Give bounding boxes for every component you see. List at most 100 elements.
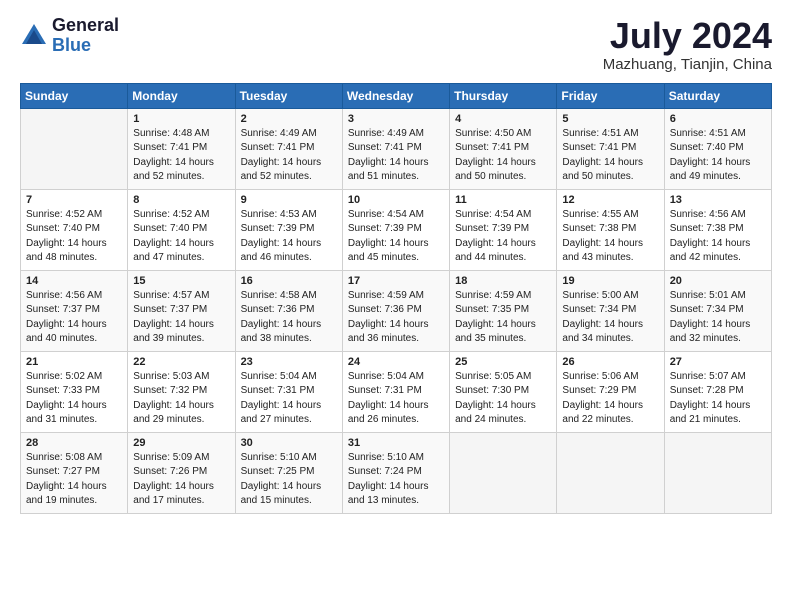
calendar-cell: 27Sunrise: 5:07 AMSunset: 7:28 PMDayligh…	[664, 351, 771, 432]
sunset-text: Sunset: 7:39 PM	[241, 223, 315, 234]
sunset-text: Sunset: 7:36 PM	[241, 304, 315, 315]
page-container: General Blue July 2024 Mazhuang, Tianjin…	[0, 0, 792, 524]
day-number: 13	[670, 194, 767, 206]
sunset-text: Sunset: 7:33 PM	[26, 385, 100, 396]
sunrise-text: Sunrise: 4:58 AM	[241, 290, 317, 301]
day-info: Sunrise: 4:54 AMSunset: 7:39 PMDaylight:…	[455, 208, 552, 266]
sunset-text: Sunset: 7:29 PM	[562, 385, 636, 396]
daylight-text: Daylight: 14 hoursand 46 minutes.	[241, 238, 322, 264]
day-number: 6	[670, 113, 767, 125]
calendar-cell: 20 Sunrise: 5:01 AMSunset: 7:34 PMDayligh…	[664, 270, 771, 351]
sunset-text: Sunset: 7:37 PM	[133, 304, 207, 315]
calendar-cell: 16Sunrise: 4:58 AMSunset: 7:36 PMDayligh…	[235, 270, 342, 351]
day-number: 5	[562, 113, 659, 125]
day-number: 26	[562, 356, 659, 368]
logo-icon	[20, 22, 48, 50]
sunrise-text: Sunrise: 4:53 AM	[241, 209, 317, 220]
header-thursday: Thursday	[450, 83, 557, 108]
calendar-cell: 2Sunrise: 4:49 AMSunset: 7:41 PMDaylight…	[235, 108, 342, 189]
day-number: 29	[133, 437, 230, 449]
day-number: 23	[241, 356, 338, 368]
day-info: Sunrise: 5:03 AMSunset: 7:32 PMDaylight:…	[133, 370, 230, 428]
daylight-text: Daylight: 14 hoursand 39 minutes.	[133, 319, 214, 345]
sunrise-text: Sunrise: 4:51 AM	[562, 128, 638, 139]
calendar-cell: 10Sunrise: 4:54 AMSunset: 7:39 PMDayligh…	[342, 189, 449, 270]
calendar-cell: 1Sunrise: 4:48 AMSunset: 7:41 PMDaylight…	[128, 108, 235, 189]
day-info: Sunrise: 5:00 AMSunset: 7:34 PMDaylight:…	[562, 289, 659, 347]
day-number: 21	[26, 356, 123, 368]
calendar-cell	[664, 432, 771, 513]
sunrise-text: Sunrise: 5:02 AM	[26, 371, 102, 382]
calendar-cell: 29Sunrise: 5:09 AMSunset: 7:26 PMDayligh…	[128, 432, 235, 513]
daylight-text: Daylight: 14 hoursand 29 minutes.	[133, 400, 214, 426]
header-wednesday: Wednesday	[342, 83, 449, 108]
calendar-table: Sunday Monday Tuesday Wednesday Thursday…	[20, 83, 772, 514]
logo-general: General	[52, 16, 119, 36]
day-number: 11	[455, 194, 552, 206]
sunrise-text: Sunrise: 5:04 AM	[348, 371, 424, 382]
calendar-cell: 19Sunrise: 5:00 AMSunset: 7:34 PMDayligh…	[557, 270, 664, 351]
sunset-text: Sunset: 7:41 PM	[241, 142, 315, 153]
sunrise-text: Sunrise: 4:49 AM	[241, 128, 317, 139]
sunset-text: Sunset: 7:41 PM	[562, 142, 636, 153]
day-number: 14	[26, 275, 123, 287]
sunset-text: Sunset: 7:40 PM	[26, 223, 100, 234]
sunrise-text: Sunrise: 5:07 AM	[670, 371, 746, 382]
daylight-text: Daylight: 14 hoursand 22 minutes.	[562, 400, 643, 426]
day-number: 28	[26, 437, 123, 449]
page-header: General Blue July 2024 Mazhuang, Tianjin…	[20, 16, 772, 73]
header-friday: Friday	[557, 83, 664, 108]
calendar-week-3: 21 Sunrise: 5:02 AM Sunset: 7:33 PM Dayligh…	[21, 351, 772, 432]
daylight-text: Daylight: 14 hoursand 43 minutes.	[562, 238, 643, 264]
day-number: 27	[670, 356, 767, 368]
sunrise-text: Sunrise: 5:06 AM	[562, 371, 638, 382]
sunset-text: Sunset: 7:24 PM	[348, 466, 422, 477]
calendar-cell	[557, 432, 664, 513]
day-number: 20	[670, 275, 767, 287]
calendar-week-0: 1Sunrise: 4:48 AMSunset: 7:41 PMDaylight…	[21, 108, 772, 189]
day-info: Sunrise: 5:04 AMSunset: 7:31 PMDaylight:…	[348, 370, 445, 428]
sunset-text: Sunset: 7:30 PM	[455, 385, 529, 396]
day-info: Sunrise: 4:59 AMSunset: 7:36 PMDaylight:…	[348, 289, 445, 347]
day-info: Sunrise: 5:01 AMSunset: 7:34 PMDaylight:…	[670, 289, 767, 347]
sunset-text: Sunset: 7:36 PM	[348, 304, 422, 315]
calendar-cell: 18Sunrise: 4:59 AMSunset: 7:35 PMDayligh…	[450, 270, 557, 351]
calendar-header-row: Sunday Monday Tuesday Wednesday Thursday…	[21, 83, 772, 108]
logo-blue: Blue	[52, 36, 119, 56]
sunset-text: Sunset: 7:40 PM	[133, 223, 207, 234]
calendar-cell: 6 Sunrise: 4:51 AMSunset: 7:40 PMDaylight…	[664, 108, 771, 189]
day-info: Sunrise: 4:55 AMSunset: 7:38 PMDaylight:…	[562, 208, 659, 266]
day-info: Sunrise: 4:49 AMSunset: 7:41 PMDaylight:…	[348, 127, 445, 185]
day-info: Sunrise: 5:05 AMSunset: 7:30 PMDaylight:…	[455, 370, 552, 428]
daylight-text: Daylight: 14 hoursand 50 minutes.	[562, 157, 643, 183]
calendar-cell: 12Sunrise: 4:55 AMSunset: 7:38 PMDayligh…	[557, 189, 664, 270]
day-info: Sunrise: 4:53 AM Sunset: 7:39 PM Daylight:…	[241, 208, 338, 266]
sunset-text: Sunset: 7:38 PM	[562, 223, 636, 234]
sunrise-text: Sunrise: 4:51 AM	[670, 128, 746, 139]
day-info: Sunrise: 4:51 AM Sunset: 7:41 PM Daylight:…	[562, 127, 659, 185]
daylight-text: Daylight: 14 hoursand 44 minutes.	[455, 238, 536, 264]
calendar-cell: 15Sunrise: 4:57 AMSunset: 7:37 PMDayligh…	[128, 270, 235, 351]
sunset-text: Sunset: 7:34 PM	[670, 304, 744, 315]
daylight-text: Daylight: 14 hoursand 19 minutes.	[26, 481, 107, 507]
daylight-text: Daylight: 14 hoursand 38 minutes.	[241, 319, 322, 345]
daylight-text: Daylight: 14 hoursand 42 minutes.	[670, 238, 751, 264]
day-number: 31	[348, 437, 445, 449]
sunrise-text: Sunrise: 5:10 AM	[241, 452, 317, 463]
day-info: Sunrise: 4:56 AMSunset: 7:37 PMDaylight:…	[26, 289, 123, 347]
daylight-text: Daylight: 14 hoursand 52 minutes.	[241, 157, 322, 183]
sunrise-text: Sunrise: 5:10 AM	[348, 452, 424, 463]
day-info: Sunrise: 5:02 AMSunset: 7:33 PMDaylight:…	[26, 370, 123, 428]
day-number: 25	[455, 356, 552, 368]
sunrise-text: Sunrise: 5:03 AM	[133, 371, 209, 382]
calendar-cell: 25 Sunrise: 5:05 AMSunset: 7:30 PMDayligh…	[450, 351, 557, 432]
sunrise-text: Sunrise: 5:00 AM	[562, 290, 638, 301]
calendar-cell: 28Sunrise: 5:08 AMSunset: 7:27 PMDayligh…	[21, 432, 128, 513]
daylight-text: Daylight: 14 hoursand 48 minutes.	[26, 238, 107, 264]
sunset-text: Sunset: 7:31 PM	[348, 385, 422, 396]
sunrise-text: Sunrise: 4:49 AM	[348, 128, 424, 139]
sunset-text: Sunset: 7:31 PM	[241, 385, 315, 396]
day-info: Sunrise: 4:51 AMSunset: 7:40 PMDaylight:…	[670, 127, 767, 185]
day-info: Sunrise: 5:04 AMSunset: 7:31 PMDaylight:…	[241, 370, 338, 428]
day-number: 17	[348, 275, 445, 287]
